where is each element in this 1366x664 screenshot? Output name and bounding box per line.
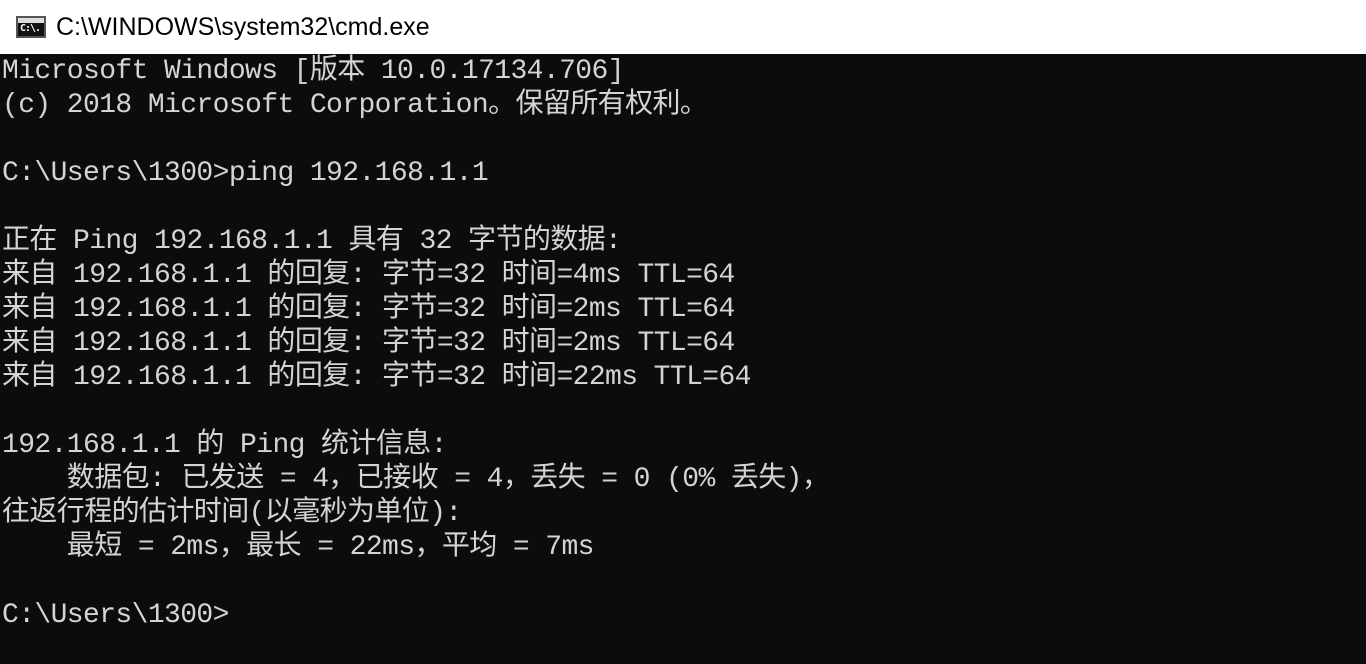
console-line-packets: 数据包: 已发送 = 4，已接收 = 4，丢失 = 0 (0% 丢失)， — [2, 464, 830, 495]
console-prompt[interactable]: C:\Users\1300> — [2, 599, 229, 633]
console-line-rtt-header: 往返行程的估计时间(以毫秒为单位): — [2, 498, 462, 529]
console-line-stats-header: 192.168.1.1 的 Ping 统计信息: — [2, 430, 447, 461]
console-line-ping-header: 正在 Ping 192.168.1.1 具有 32 字节的数据: — [2, 226, 622, 257]
console-output[interactable]: Microsoft Windows [版本 10.0.17134.706] (c… — [0, 54, 1366, 664]
console-line-reply: 来自 192.168.1.1 的回复: 字节=32 时间=22ms TTL=64 — [2, 362, 751, 393]
console-line-copyright: (c) 2018 Microsoft Corporation。保留所有权利。 — [2, 90, 708, 121]
console-line-reply: 来自 192.168.1.1 的回复: 字节=32 时间=2ms TTL=64 — [2, 328, 735, 359]
console-line-reply: 来自 192.168.1.1 的回复: 字节=32 时间=2ms TTL=64 — [2, 294, 735, 325]
cmd-icon[interactable]: C:\. — [16, 16, 46, 38]
console-line-version: Microsoft Windows [版本 10.0.17134.706] — [2, 56, 625, 87]
cmd-icon-glyph: C:\. — [20, 23, 41, 34]
console-line-reply: 来自 192.168.1.1 的回复: 字节=32 时间=4ms TTL=64 — [2, 260, 735, 291]
window-title: C:\WINDOWS\system32\cmd.exe — [56, 12, 430, 41]
console-line-rtt-values: 最短 = 2ms，最长 = 22ms，平均 = 7ms — [2, 532, 595, 563]
console-line-command: C:\Users\1300>ping 192.168.1.1 — [2, 158, 489, 189]
window-titlebar[interactable]: C:\. C:\WINDOWS\system32\cmd.exe — [0, 0, 1366, 54]
